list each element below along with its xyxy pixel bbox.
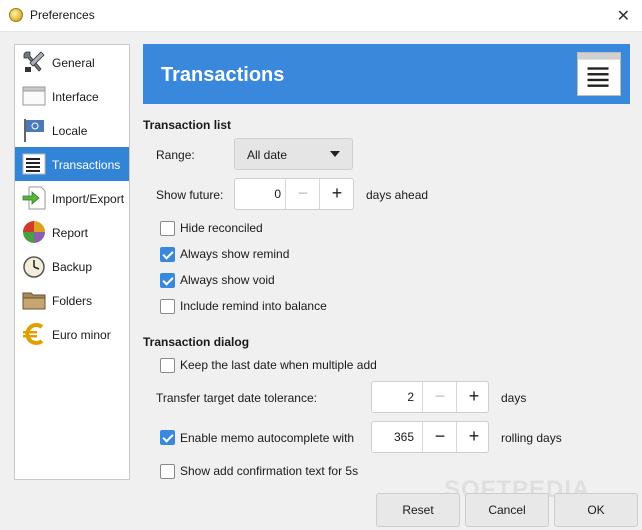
sidebar-item-label: General xyxy=(52,56,95,70)
decrement-button[interactable]: − xyxy=(285,179,320,209)
show-future-stepper[interactable]: 0 − + xyxy=(234,178,354,210)
euro-icon xyxy=(23,323,44,345)
sidebar-item-euro-minor[interactable]: Euro minor xyxy=(15,317,129,351)
sidebar-item-label: Euro minor xyxy=(52,328,111,342)
increment-button[interactable]: + xyxy=(456,382,491,412)
sidebar-item-general[interactable]: General xyxy=(15,45,129,79)
range-label: Range: xyxy=(156,148,195,162)
pie-chart-icon xyxy=(23,221,45,243)
range-value: All date xyxy=(247,148,288,162)
section-title-transaction-list: Transaction list xyxy=(143,118,232,132)
tolerance-label: Transfer target date tolerance: xyxy=(156,391,317,405)
cancel-button[interactable]: Cancel xyxy=(465,493,549,527)
show-future-label: Show future: xyxy=(156,188,224,202)
folder-icon xyxy=(22,292,46,310)
keep-last-date-checkbox[interactable] xyxy=(160,358,175,373)
always-show-remind-label: Always show remind xyxy=(180,247,290,261)
increment-button[interactable]: + xyxy=(319,179,354,209)
sidebar-item-report[interactable]: Report xyxy=(15,215,129,249)
sidebar-item-label: Interface xyxy=(52,90,99,104)
sidebar-item-label: Report xyxy=(52,226,89,240)
title-bar: Preferences ✕ xyxy=(0,0,642,32)
decrement-button[interactable]: − xyxy=(422,422,457,452)
memo-autocomplete-label: Enable memo autocomplete with xyxy=(180,431,355,445)
sidebar-item-locale[interactable]: Locale xyxy=(15,113,129,147)
show-confirmation-label: Show add confirmation text for 5s xyxy=(180,464,359,478)
include-remind-checkbox[interactable] xyxy=(160,299,175,314)
list-icon xyxy=(22,153,46,175)
hide-reconciled-label: Hide reconciled xyxy=(180,221,263,235)
always-show-void-label: Always show void xyxy=(180,273,275,287)
section-title-transaction-dialog: Transaction dialog xyxy=(143,335,250,349)
show-confirmation-checkbox[interactable] xyxy=(160,464,175,479)
sidebar-item-label: Folders xyxy=(52,294,93,308)
include-remind-label: Include remind into balance xyxy=(180,299,327,313)
sidebar: General Interface Locale Transactions Im… xyxy=(14,44,130,480)
sidebar-item-backup[interactable]: Backup xyxy=(15,249,129,283)
tools-icon xyxy=(23,51,45,72)
sidebar-item-interface[interactable]: Interface xyxy=(15,79,129,113)
sidebar-item-label: Transactions xyxy=(52,158,121,172)
memo-days-input[interactable]: 365 xyxy=(372,422,414,452)
keep-last-date-label: Keep the last date when multiple add xyxy=(180,358,377,372)
app-icon xyxy=(9,8,23,22)
sidebar-item-label: Locale xyxy=(52,124,88,138)
import-export-icon xyxy=(22,186,46,210)
decrement-button[interactable]: − xyxy=(422,382,457,412)
show-future-input[interactable]: 0 xyxy=(235,179,281,209)
clock-icon xyxy=(23,256,45,278)
memo-days-stepper[interactable]: 365 − + xyxy=(371,421,489,453)
increment-button[interactable]: + xyxy=(456,422,491,452)
tolerance-unit: days xyxy=(501,391,527,405)
reset-button[interactable]: Reset xyxy=(376,493,460,527)
close-icon[interactable]: ✕ xyxy=(617,6,630,26)
page-title: Transactions xyxy=(161,64,285,86)
page-header: Transactions xyxy=(143,44,630,104)
memo-days-unit: rolling days xyxy=(501,431,562,445)
memo-autocomplete-checkbox[interactable] xyxy=(160,430,175,445)
always-show-remind-checkbox[interactable] xyxy=(160,247,175,262)
sidebar-item-label: Backup xyxy=(52,260,93,274)
window-icon xyxy=(22,86,46,106)
chevron-down-icon xyxy=(330,151,340,157)
range-dropdown[interactable]: All date xyxy=(234,138,353,170)
sidebar-item-label: Import/Export xyxy=(52,192,125,206)
always-show-void-checkbox[interactable] xyxy=(160,273,175,288)
flag-icon xyxy=(24,119,44,142)
show-future-unit: days ahead xyxy=(366,188,429,202)
ok-button[interactable]: OK xyxy=(554,493,638,527)
hide-reconciled-checkbox[interactable] xyxy=(160,221,175,236)
window-title: Preferences xyxy=(30,8,95,22)
sidebar-item-folders[interactable]: Folders xyxy=(15,283,129,317)
list-icon xyxy=(577,52,621,96)
sidebar-item-transactions[interactable]: Transactions xyxy=(15,147,129,181)
tolerance-input[interactable]: 2 xyxy=(372,382,414,412)
sidebar-item-import-export[interactable]: Import/Export xyxy=(15,181,129,215)
tolerance-stepper[interactable]: 2 − + xyxy=(371,381,489,413)
